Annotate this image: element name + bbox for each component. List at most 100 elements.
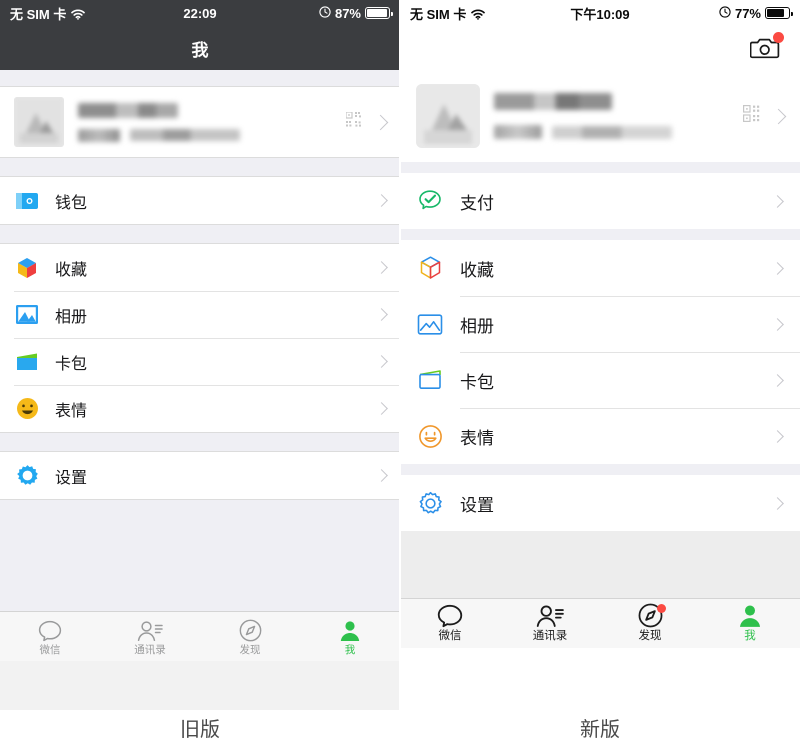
tab-wechat[interactable]: 微信: [400, 599, 500, 648]
person-icon: [339, 618, 361, 642]
contacts-icon: [536, 604, 564, 628]
new-profile-text: [494, 93, 743, 139]
avatar[interactable]: [416, 84, 480, 148]
sticker-smiley-icon: [14, 396, 40, 422]
chevron-right-icon: [375, 308, 388, 321]
wallet-icon: [14, 188, 40, 214]
new-group-settings: 设置: [400, 475, 800, 531]
wifi-icon: [71, 8, 86, 20]
chevron-right-icon: [375, 261, 388, 274]
alarm-clock-icon: [319, 6, 331, 20]
row-settings[interactable]: 设置: [0, 452, 400, 499]
panel-divider: [399, 0, 401, 710]
battery-percent-label: 87%: [334, 5, 361, 21]
compass-icon: [239, 618, 262, 642]
new-group-media: 收藏 相册 卡包 表情: [400, 240, 800, 464]
sticker-smiley-outline-icon: [416, 422, 444, 450]
new-gap-2: [400, 229, 800, 240]
chevron-right-icon: [771, 496, 784, 510]
wechat-id-value: [552, 125, 672, 139]
tab-contacts[interactable]: 通讯录: [100, 612, 200, 661]
row-label: 设置: [55, 469, 88, 487]
row-album[interactable]: 相册: [0, 291, 400, 338]
wechat-id-label: [494, 125, 542, 139]
tab-label: 微信: [438, 630, 462, 643]
new-version-phone-panel: 无 SIM 卡 下午10:09 77% 支付 收藏 相册 卡包 表情 设置 微信…: [400, 0, 800, 710]
row-wallet[interactable]: 钱包: [0, 177, 400, 224]
row-label: 钱包: [55, 194, 88, 212]
chat-bubble-icon: [38, 618, 62, 642]
old-gap-3: [0, 433, 400, 451]
new-profile-actions: [743, 105, 787, 127]
row-stickers[interactable]: 表情: [0, 385, 400, 432]
chevron-right-icon: [771, 194, 784, 208]
old-version-phone-panel: 无 SIM 卡 22:09 87% 我 钱包 收藏 相册 卡包 表情 设置 微信…: [0, 0, 400, 710]
tab-discover[interactable]: 发现: [600, 599, 700, 648]
page-title: 我: [191, 40, 209, 60]
chevron-right-icon: [771, 261, 784, 275]
row-label: 卡包: [460, 372, 494, 392]
tab-label: 发现: [239, 643, 261, 656]
row-settings[interactable]: 设置: [400, 475, 800, 531]
row-label: 表情: [55, 402, 88, 420]
camera-badge-dot: [773, 32, 784, 43]
favorites-cube-icon: [14, 255, 40, 281]
album-photo-outline-icon: [416, 310, 444, 338]
row-label: 收藏: [460, 260, 494, 280]
tab-contacts[interactable]: 通讯录: [500, 599, 600, 648]
new-profile-card[interactable]: [400, 70, 800, 162]
qr-code-icon[interactable]: [743, 105, 760, 127]
old-profile-card[interactable]: [0, 86, 400, 158]
tab-label: 通讯录: [532, 630, 568, 643]
settings-gear-outline-icon: [416, 489, 444, 517]
tab-label: 我: [744, 630, 756, 643]
qr-code-icon[interactable]: [345, 110, 362, 133]
chevron-right-icon: [372, 114, 389, 130]
row-favorites[interactable]: 收藏: [400, 240, 800, 296]
old-group-settings: 设置: [0, 451, 400, 500]
old-gap-2: [0, 225, 400, 243]
old-profile-text: [78, 102, 346, 142]
tab-discover[interactable]: 发现: [200, 612, 300, 661]
new-filler: [400, 531, 800, 598]
status-left-group: 无 SIM 卡: [410, 4, 486, 23]
tab-me[interactable]: 我: [300, 612, 400, 661]
comparison-screenshot: 无 SIM 卡 22:09 87% 我 钱包 收藏 相册 卡包 表情 设置 微信…: [0, 0, 800, 750]
profile-display-name: [78, 102, 178, 118]
status-right-group: 77%: [719, 6, 793, 21]
old-group-wallet: 钱包: [0, 176, 400, 225]
card-holder-outline-icon: [416, 366, 444, 394]
chevron-right-icon: [375, 194, 388, 207]
wechat-id-label: [78, 128, 120, 142]
row-label: 相册: [55, 308, 88, 326]
chevron-right-icon: [375, 355, 388, 368]
tab-me[interactable]: 我: [700, 599, 800, 648]
new-group-pay: 支付: [400, 173, 800, 229]
caption-old-version: 旧版: [180, 719, 220, 741]
album-photo-icon: [14, 302, 40, 328]
status-right-group: 87%: [319, 5, 393, 21]
row-label: 支付: [460, 193, 494, 213]
new-tab-bar: 微信 通讯录 发现 我: [400, 598, 800, 648]
settings-gear-icon: [14, 463, 40, 489]
avatar-image: [14, 97, 64, 147]
tab-label: 微信: [39, 643, 61, 656]
pay-bubble-check-icon: [416, 187, 444, 215]
row-label: 设置: [460, 495, 494, 515]
row-stickers[interactable]: 表情: [400, 408, 800, 464]
battery-icon: [765, 7, 793, 19]
wifi-icon: [471, 8, 486, 20]
camera-icon[interactable]: [749, 32, 784, 60]
compass-icon: [638, 603, 666, 628]
row-card-holder[interactable]: 卡包: [400, 352, 800, 408]
chevron-right-icon: [375, 469, 388, 482]
row-album[interactable]: 相册: [400, 296, 800, 352]
profile-id-row: [78, 128, 346, 142]
avatar[interactable]: [14, 97, 64, 147]
row-favorites[interactable]: 收藏: [0, 244, 400, 291]
tab-wechat[interactable]: 微信: [0, 612, 100, 661]
avatar-image: [416, 84, 480, 148]
row-pay[interactable]: 支付: [400, 173, 800, 229]
tab-label: 发现: [638, 630, 662, 643]
row-card-holder[interactable]: 卡包: [0, 338, 400, 385]
